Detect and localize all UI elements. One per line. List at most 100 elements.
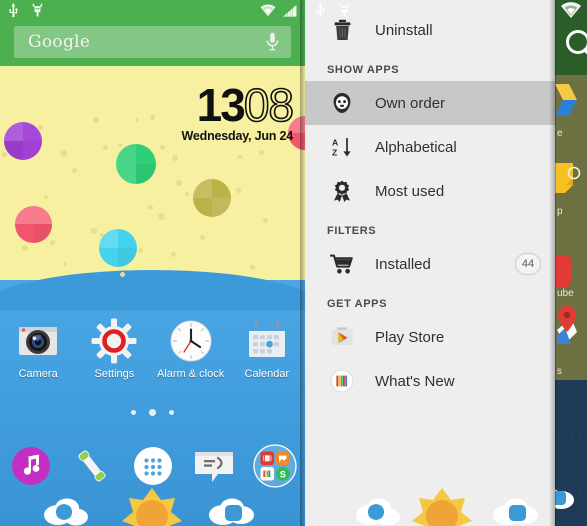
section-show-apps: SHOW APPS [327, 64, 400, 76]
search-placeholder: Google [28, 32, 91, 52]
menu-item-label: Installed [375, 255, 431, 273]
menu-item-whats-new[interactable]: What's New [305, 359, 555, 403]
page-dot[interactable] [131, 410, 136, 415]
dock-messaging[interactable] [183, 446, 244, 486]
menu-item-label: Uninstall [375, 21, 433, 39]
wallpaper-speckle [60, 150, 67, 157]
wallpaper-speckle [172, 155, 178, 161]
page-dot[interactable] [169, 410, 174, 415]
app-drawer-icon [133, 447, 172, 485]
wallpaper-speckle [150, 115, 155, 120]
wallpaper-speckle [176, 180, 182, 186]
android-debug-icon [32, 3, 43, 17]
cloud-icon [555, 489, 574, 509]
section-filters: FILTERS [327, 225, 377, 237]
edge-app-label: e [557, 128, 563, 139]
face-icon [327, 92, 357, 114]
app-label: Alarm & clock [157, 368, 225, 380]
menu-item-alphabetical[interactable]: A Z Alphabetical [305, 125, 555, 169]
partial-app-icon-2 [555, 163, 581, 193]
app-settings[interactable]: Settings [76, 318, 152, 380]
gear-icon [91, 318, 137, 364]
cloud-icon [493, 498, 538, 525]
android-home-with-app-drawer-menu: Google 13 08 Wednesday, Jun 24 Camera Se… [0, 0, 587, 526]
clock-widget[interactable]: 13 08 Wednesday, Jun 24 [181, 81, 295, 143]
panel-right-shadow [549, 0, 556, 526]
wallpaper-circle-pink [15, 206, 52, 243]
trash-icon [327, 19, 357, 41]
wallpaper-circle-cyan [99, 229, 137, 267]
edge-app-label: ube [557, 288, 574, 299]
wallpaper-circle-olive [193, 179, 231, 217]
app-label: Settings [94, 368, 135, 380]
status-badge: 44 [515, 253, 541, 275]
sun-icon [412, 488, 472, 526]
sun-icon [122, 488, 182, 526]
wifi-icon [561, 2, 581, 18]
wallpaper-circle-green [116, 144, 156, 184]
clock-icon [168, 318, 214, 364]
second-home-screen-peek[interactable]: e p ube s [555, 0, 587, 526]
menu-item-play-store[interactable]: Play Store [305, 315, 555, 359]
wallpaper-circle-purple [4, 122, 42, 160]
usb-icon [9, 3, 18, 17]
weather-widget[interactable] [305, 482, 555, 526]
page-indicator [0, 409, 305, 416]
signal-icon [283, 5, 297, 17]
partial-app-icon-1 [555, 84, 577, 116]
wallpaper-speckle [259, 150, 264, 155]
wallpaper-speckle [238, 155, 242, 159]
menu-item-installed[interactable]: Installed 44 [305, 242, 555, 286]
menu-item-label: Alphabetical [375, 138, 457, 156]
wallpaper-speckle [120, 272, 125, 277]
menu-item-uninstall[interactable]: Uninstall [305, 8, 555, 52]
wallpaper-speckle [91, 228, 97, 234]
dock-music[interactable] [0, 445, 61, 487]
status-bar [0, 0, 305, 22]
wallpaper-speckle [158, 213, 165, 220]
app-alarm-clock[interactable]: Alarm & clock [153, 318, 229, 380]
edge-app-label: s [557, 366, 562, 377]
app-label: Calendar [244, 368, 290, 380]
menu-item-most-used[interactable]: Most used [305, 169, 555, 213]
app-drawer-options-menu: Uninstall SHOW APPS Own order A Z Alphab… [305, 0, 555, 526]
search-icon [566, 30, 587, 55]
wallpaper-speckle [236, 188, 241, 193]
section-get-apps: GET APPS [327, 298, 388, 310]
wallpaper-speckle [200, 235, 205, 240]
weather-widget[interactable] [0, 482, 305, 526]
calendar-icon [244, 318, 290, 364]
app-camera[interactable]: Camera [0, 318, 76, 380]
menu-item-own-order[interactable]: Own order [305, 81, 555, 125]
cloud-icon [209, 498, 254, 525]
dock-phone[interactable] [61, 446, 122, 486]
sort-az-icon: A Z [327, 136, 357, 158]
app-calendar[interactable]: Calendar [229, 318, 305, 380]
clock-date: Wednesday, Jun 24 [181, 129, 294, 143]
wallpaper-speckle [138, 248, 143, 253]
home-screen: Google 13 08 Wednesday, Jun 24 Camera Se… [0, 0, 305, 526]
partial-app-icon-youtube [555, 255, 571, 287]
edge-app-label: p [557, 206, 563, 217]
whats-new-icon [327, 369, 357, 393]
wallpaper-speckle [63, 262, 67, 266]
svg-text:S: S [279, 469, 285, 479]
wallpaper-speckle [185, 192, 189, 196]
menu-item-label: Play Store [375, 328, 445, 346]
partial-app-icon-maps [557, 306, 577, 344]
menu-item-label: Most used [375, 182, 445, 200]
menu-item-label: Own order [375, 94, 446, 112]
wallpaper-speckle [72, 168, 77, 173]
google-search-widget[interactable]: Google [14, 26, 291, 58]
cart-icon [327, 253, 357, 275]
wallpaper-speckle [171, 252, 176, 257]
cloud-icon [44, 498, 88, 526]
page-dot-active[interactable] [149, 409, 156, 416]
wallpaper-speckle [263, 218, 268, 223]
microphone-icon[interactable] [266, 32, 279, 57]
award-icon [327, 180, 357, 202]
menu-item-label: What's New [375, 372, 455, 390]
panel-left-shadow [300, 0, 306, 526]
dock-app-drawer[interactable] [122, 445, 183, 487]
wifi-icon [260, 4, 276, 17]
